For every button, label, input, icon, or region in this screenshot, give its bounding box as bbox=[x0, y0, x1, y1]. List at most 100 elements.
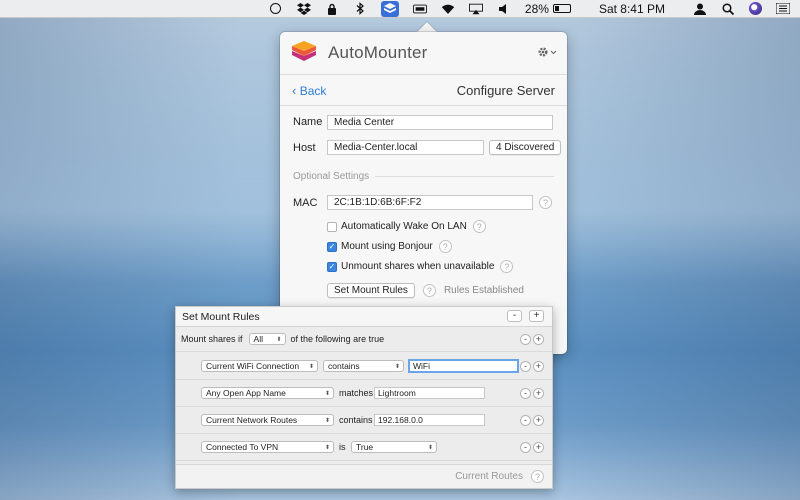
gear-icon[interactable] bbox=[537, 45, 557, 61]
rule-value-field[interactable]: WiFi bbox=[408, 359, 519, 373]
rules-title: Set Mount Rules bbox=[182, 310, 260, 323]
dropbox-icon[interactable] bbox=[296, 2, 311, 15]
rule-row: Current Network Routes ⬍ contains 192.168… bbox=[176, 407, 552, 434]
match-mode-value: All bbox=[253, 334, 263, 344]
record-icon[interactable] bbox=[269, 3, 283, 15]
wake-checkbox[interactable] bbox=[327, 221, 337, 232]
mount-rules-panel: Set Mount Rules - + Mount shares if All … bbox=[175, 306, 553, 489]
mount-rules-row: Set Mount Rules ? Rules Established bbox=[327, 283, 524, 298]
plus-icon[interactable]: + bbox=[533, 387, 544, 399]
plus-icon[interactable]: + bbox=[533, 414, 544, 426]
bonjour-row[interactable]: ✓ Mount using Bonjour ? bbox=[327, 240, 452, 253]
battery-icon bbox=[552, 4, 571, 13]
rule-operator-select[interactable]: contains ⬍ bbox=[323, 360, 404, 372]
search-icon[interactable] bbox=[721, 2, 735, 15]
minus-icon[interactable]: - bbox=[520, 414, 531, 426]
rule-row: Any Open App Name ⬍ matches Lightroom - + bbox=[176, 380, 552, 407]
plus-icon[interactable]: + bbox=[533, 333, 544, 345]
rule-field-select[interactable]: Current Network Routes ⬍ bbox=[201, 414, 334, 426]
minus-icon[interactable]: - bbox=[520, 360, 531, 372]
bonjour-help-icon[interactable]: ? bbox=[438, 240, 452, 253]
chevron-updown-icon: ⬍ bbox=[324, 417, 330, 424]
battery-percent: 28% bbox=[524, 1, 549, 16]
bonjour-checkbox[interactable]: ✓ bbox=[327, 241, 337, 252]
minus-icon[interactable]: - bbox=[520, 333, 531, 345]
rule-value-field[interactable]: 192.168.0.0 bbox=[374, 414, 485, 426]
name-row: Name bbox=[293, 116, 322, 128]
automounter-icon[interactable] bbox=[380, 0, 399, 17]
discovered-button[interactable]: 4 Discovered bbox=[489, 140, 562, 155]
optional-settings-label: Optional Settings bbox=[293, 171, 370, 182]
host-field[interactable]: Media-Center.local bbox=[327, 140, 484, 155]
mac-field[interactable]: 2C:1B:1D:6B:6F:F2 bbox=[327, 195, 533, 210]
back-button[interactable]: ‹ Back bbox=[292, 83, 326, 98]
rule-field-select[interactable]: Current WiFi Connection ⬍ bbox=[201, 360, 318, 372]
rule-field-select[interactable]: Any Open App Name ⬍ bbox=[201, 387, 334, 399]
popover-header: AutoMounter bbox=[280, 32, 567, 74]
bluetooth-icon[interactable] bbox=[353, 2, 367, 15]
siri-icon[interactable] bbox=[749, 2, 762, 15]
rules-status: Rules Established bbox=[443, 285, 524, 296]
minus-icon[interactable]: - bbox=[520, 441, 531, 453]
rule-row: Connected To VPN ⬍ is True ⬍ - + bbox=[176, 434, 552, 461]
chevron-updown-icon: ⬍ bbox=[427, 444, 433, 451]
rule-value-field[interactable]: Lightroom bbox=[374, 387, 485, 399]
host-label: Host bbox=[293, 142, 316, 154]
rule-operator-label: is bbox=[339, 442, 346, 452]
back-label: Back bbox=[299, 83, 327, 98]
set-mount-rules-button[interactable]: Set Mount Rules bbox=[327, 283, 415, 298]
rule-operator-value: contains bbox=[328, 361, 360, 371]
match-suffix: of the following are true bbox=[290, 334, 385, 344]
menubar-clock[interactable]: Sat 8:41 PM bbox=[599, 2, 665, 16]
routes-help-icon[interactable]: ? bbox=[531, 470, 544, 483]
wifi-icon[interactable] bbox=[441, 3, 455, 15]
add-rule-button[interactable]: + bbox=[529, 310, 544, 322]
app-title: AutoMounter bbox=[328, 43, 428, 62]
wake-row[interactable]: Automatically Wake On LAN ? bbox=[327, 220, 486, 233]
current-routes-link[interactable]: Current Routes bbox=[455, 471, 523, 482]
mac-row: MAC bbox=[293, 197, 317, 209]
wake-help-icon[interactable]: ? bbox=[472, 220, 486, 233]
nav-divider bbox=[280, 105, 567, 106]
airplay-icon[interactable] bbox=[468, 3, 483, 15]
menu-bar: 28% Sat 8:41 PM bbox=[0, 0, 800, 18]
minus-icon[interactable]: - bbox=[520, 387, 531, 399]
rule-value-select[interactable]: True ⬍ bbox=[351, 441, 437, 453]
remove-rule-button[interactable]: - bbox=[507, 310, 522, 322]
plus-icon[interactable]: + bbox=[533, 441, 544, 453]
chevron-updown-icon: ⬍ bbox=[394, 363, 400, 370]
plus-icon[interactable]: + bbox=[533, 360, 544, 372]
rule-field-value: Any Open App Name bbox=[206, 388, 286, 398]
chevron-updown-icon: ⬍ bbox=[308, 363, 314, 370]
chevron-updown-icon: ⬍ bbox=[324, 444, 330, 451]
bonjour-label: Mount using Bonjour bbox=[341, 241, 433, 252]
mac-label: MAC bbox=[293, 197, 318, 209]
section-divider bbox=[375, 176, 554, 177]
rule-row: Current WiFi Connection ⬍ contains ⬍ WiFi … bbox=[176, 353, 552, 380]
chevron-updown-icon: ⬍ bbox=[276, 336, 282, 343]
chevron-left-icon: ‹ bbox=[292, 82, 297, 98]
rule-field-select[interactable]: Connected To VPN ⬍ bbox=[201, 441, 334, 453]
volume-icon[interactable] bbox=[497, 3, 511, 15]
rules-help-icon[interactable]: ? bbox=[422, 284, 436, 297]
rule-operator-label: contains bbox=[339, 415, 373, 425]
host-row: Host bbox=[293, 142, 316, 154]
unmount-help-icon[interactable]: ? bbox=[500, 260, 514, 273]
name-label: Name bbox=[293, 116, 323, 128]
unmount-checkbox[interactable]: ✓ bbox=[327, 261, 337, 272]
unmount-label: Unmount shares when unavailable bbox=[341, 261, 495, 272]
name-field[interactable]: Media Center bbox=[327, 115, 553, 130]
optional-section: Optional Settings bbox=[293, 171, 554, 182]
battery-indicator[interactable]: 28% bbox=[525, 2, 571, 16]
user-icon[interactable] bbox=[693, 3, 707, 15]
keyboard-icon[interactable] bbox=[412, 3, 427, 15]
unmount-row[interactable]: ✓ Unmount shares when unavailable ? bbox=[327, 260, 514, 273]
match-mode-select[interactable]: All ⬍ bbox=[248, 333, 286, 345]
chevron-updown-icon: ⬍ bbox=[324, 390, 330, 397]
list-icon[interactable] bbox=[776, 3, 790, 15]
mac-help-icon[interactable]: ? bbox=[539, 196, 552, 209]
nav-bar: ‹ Back Configure Server bbox=[280, 75, 567, 105]
lock-icon[interactable] bbox=[325, 3, 339, 15]
wake-label: Automatically Wake On LAN bbox=[341, 221, 467, 232]
rule-field-value: Connected To VPN bbox=[206, 442, 279, 452]
